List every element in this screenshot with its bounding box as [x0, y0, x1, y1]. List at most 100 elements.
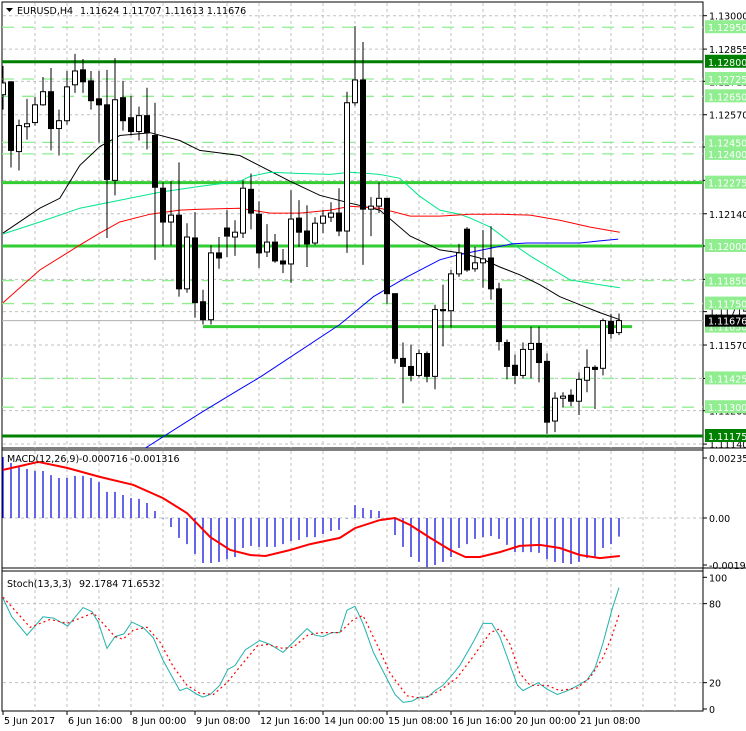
time-label: 6 Jun 16:00	[68, 716, 122, 727]
time-label: 14 Jun 00:00	[324, 716, 384, 727]
time-axis[interactable]: 5 Jun 2017 6 Jun 16:00 8 Jun 00:00 9 Jun 08…	[2, 711, 640, 727]
candle	[408, 344, 414, 382]
candle	[16, 119, 22, 171]
candle-body-bull	[64, 86, 70, 122]
time-label: 9 Jun 08:00	[196, 716, 250, 727]
candle-body-bull	[376, 197, 382, 207]
candle-body-bull	[352, 79, 358, 104]
candle	[360, 41, 366, 265]
candle-body-bear	[304, 230, 310, 245]
price-tick-label: 1.12855	[709, 45, 746, 56]
candle	[192, 212, 198, 318]
candle	[352, 26, 358, 106]
candle-body-bull	[56, 120, 62, 130]
price-tick-label: 1.11570	[709, 341, 746, 352]
ohlc-values: 1.11624 1.11707 1.11613 1.11676	[80, 6, 246, 17]
candle-body-bear	[536, 342, 542, 364]
candle	[544, 353, 550, 434]
trading-chart[interactable]: 1.130001.128551.127151.125701.124301.122…	[0, 0, 746, 731]
candle-body-bear	[216, 252, 222, 259]
macd-values: -0.000716 -0.001316	[79, 454, 180, 465]
candle-body-bull	[368, 205, 374, 210]
stoch-tick-label: 80	[709, 600, 721, 611]
candle-body-bull	[2, 82, 6, 96]
candle-body-bull	[16, 125, 22, 153]
candle	[424, 351, 430, 383]
candle	[616, 313, 622, 336]
candle	[392, 293, 398, 364]
candle-body-bull	[264, 241, 270, 253]
stoch-title: Stoch(13,3,3)	[7, 579, 71, 590]
symbol-header[interactable]: EURUSD,H4 1.11624 1.11707 1.11613 1.1167…	[6, 6, 246, 17]
candle	[512, 354, 518, 385]
price-axis[interactable]: 1.130001.128551.127151.125701.124301.122…	[703, 12, 746, 716]
macd-tick-label: 0.00	[709, 514, 730, 525]
candle	[224, 210, 230, 258]
candle-body-bear	[336, 212, 342, 232]
candle	[328, 202, 334, 223]
stoch-main-line	[2, 587, 620, 703]
candle-body-bull	[32, 104, 38, 124]
candle	[288, 190, 294, 283]
candle	[104, 69, 110, 238]
candle-body-bull	[208, 252, 214, 321]
candle-body-bear	[48, 91, 54, 130]
candle	[504, 339, 510, 380]
candle	[56, 109, 62, 156]
macd-signal-line	[2, 460, 620, 560]
candle	[264, 224, 270, 258]
candle-body-bull	[448, 273, 454, 312]
candle-body-bear	[464, 228, 470, 271]
candle-body-bull	[472, 262, 478, 270]
candle	[488, 226, 494, 300]
stoch-tick-label: 20	[709, 679, 721, 690]
candle-body-bull	[520, 348, 526, 376]
candle-body-bear	[176, 214, 182, 290]
macd-tick-label: -0.001935	[709, 561, 746, 572]
candle-body-bull	[168, 214, 174, 223]
candle	[296, 200, 302, 247]
candle-body-bull	[416, 353, 422, 376]
candle-body-bear	[256, 213, 262, 254]
candle-body-bear	[96, 98, 102, 106]
candle	[552, 392, 558, 433]
candle	[440, 284, 446, 347]
candle	[456, 243, 462, 277]
stochastic-plot	[2, 587, 620, 703]
candle	[152, 102, 158, 260]
level-label: 1.12400	[708, 150, 746, 161]
candle-body-bull	[312, 222, 318, 244]
candle	[304, 205, 310, 267]
symbol-label: EURUSD,H4	[17, 6, 73, 17]
candle	[568, 389, 574, 407]
candle	[2, 65, 6, 110]
candle-body-bear	[144, 115, 150, 134]
candle-body-bull	[288, 218, 294, 265]
candle-body-bear	[512, 364, 518, 376]
candle-body-bear	[496, 288, 502, 343]
ma-black-line	[2, 132, 620, 321]
candle-body-bull	[600, 320, 606, 369]
candle-body-bull	[320, 215, 326, 224]
candle-body-bull	[72, 70, 78, 86]
candle-body-bear	[128, 117, 134, 133]
candle-body-bull	[432, 309, 438, 377]
candle	[272, 234, 278, 263]
macd-tick-label: 0.002353	[709, 454, 746, 465]
candle-body-bear	[272, 241, 278, 262]
stoch-values: 92.1784 71.6532	[79, 579, 161, 590]
candle	[448, 269, 454, 328]
candle-body-bear	[592, 366, 598, 370]
candle-body-bear	[88, 80, 94, 102]
candle	[208, 245, 214, 325]
candle	[32, 96, 38, 126]
time-label: 8 Jun 00:00	[132, 716, 186, 727]
candle-body-bear	[152, 134, 158, 188]
price-tick-label: 1.12140	[709, 210, 746, 221]
candle-body-bull	[344, 102, 350, 232]
time-label: 16 Jun 16:00	[452, 716, 512, 727]
candle-body-bear	[296, 217, 302, 233]
macd-header: MACD(12,26,9) -0.000716 -0.001316	[7, 454, 180, 465]
dropdown-triangle-icon[interactable]	[6, 8, 13, 12]
time-label: 5 Jun 2017	[4, 716, 55, 727]
